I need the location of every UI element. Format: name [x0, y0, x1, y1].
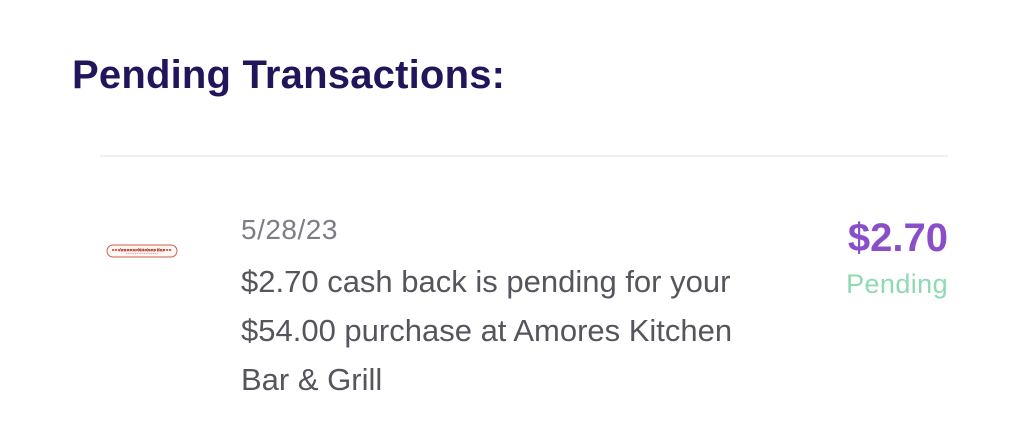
- page-title: Pending Transactions:: [72, 53, 506, 97]
- transaction-date: 5/28/23: [241, 214, 338, 245]
- merchant-logo-text: Amores Kitchen Bar: [118, 248, 166, 254]
- transaction-row[interactable]: Amores Kitchen Bar 5/28/23 $2.70 cash ba…: [100, 157, 948, 446]
- transaction-details: 5/28/23 $2.70 cash back is pending for y…: [241, 213, 801, 404]
- status-badge: Pending: [846, 269, 948, 299]
- cashback-amount: $2.70: [847, 216, 948, 260]
- merchant-logo: Amores Kitchen Bar: [106, 244, 178, 258]
- transaction-description: $2.70 cash back is pending for your $54.…: [241, 264, 733, 397]
